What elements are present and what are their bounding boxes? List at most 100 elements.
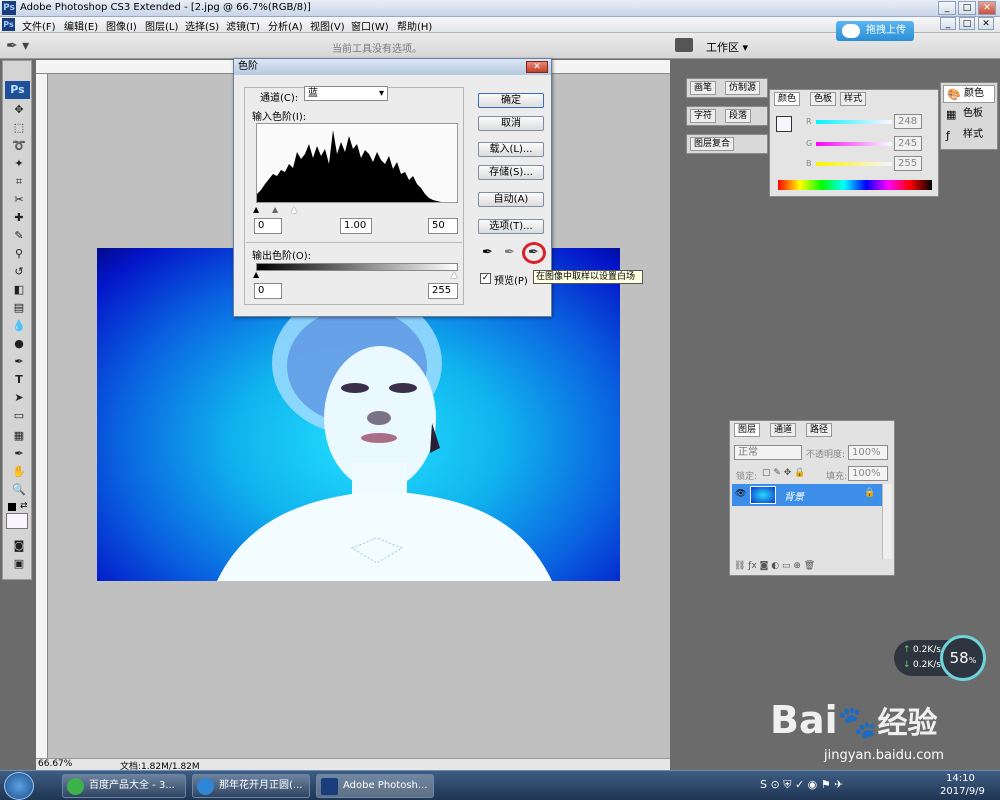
- b-slider[interactable]: [816, 162, 892, 166]
- maximize-button[interactable]: □: [958, 1, 976, 15]
- eyedropper-tool-icon[interactable]: ✒: [11, 447, 27, 460]
- layers-scrollbar[interactable]: [882, 484, 892, 559]
- eraser-tool-icon[interactable]: ◧: [11, 283, 27, 296]
- tab-channels[interactable]: 通道: [770, 423, 797, 437]
- memory-usage-gauge[interactable]: 58%: [940, 635, 986, 681]
- gradient-tool-icon[interactable]: ▤: [11, 301, 27, 314]
- tab-layer-comps[interactable]: 图层复合: [690, 137, 735, 151]
- notes-tool-icon[interactable]: ▦: [11, 429, 27, 442]
- upload-button[interactable]: 拖拽上传: [836, 21, 914, 41]
- tab-layers[interactable]: 图层: [734, 423, 761, 437]
- bridge-icon[interactable]: [675, 38, 693, 52]
- menu-analysis[interactable]: 分析(A): [268, 18, 303, 33]
- output-black-slider[interactable]: ▲: [253, 270, 259, 279]
- cancel-button[interactable]: 取消: [478, 116, 544, 131]
- layer-row-background[interactable]: 👁 背景 🔒: [732, 484, 882, 506]
- foreground-color-swatch[interactable]: [6, 513, 28, 529]
- white-eyedropper-icon[interactable]: ✒: [528, 245, 539, 260]
- app-menu-icon[interactable]: Ps: [2, 18, 15, 31]
- marquee-tool-icon[interactable]: ⬚: [11, 121, 27, 134]
- input-black-field[interactable]: 0: [254, 218, 282, 234]
- output-black-field[interactable]: 0: [254, 283, 282, 299]
- zoom-tool-icon[interactable]: 🔍: [11, 483, 27, 496]
- lock-icons[interactable]: ▢ ✎ ✥ 🔒: [762, 468, 805, 478]
- swatches-panel-button[interactable]: ▦ 色板: [943, 106, 995, 124]
- output-white-field[interactable]: 255: [428, 283, 458, 299]
- menu-view[interactable]: 视图(V): [310, 18, 345, 33]
- tab-color[interactable]: 颜色: [774, 92, 801, 106]
- menu-window[interactable]: 窗口(W): [351, 18, 389, 33]
- menu-select[interactable]: 选择(S): [185, 18, 219, 33]
- close-button[interactable]: ✕: [978, 1, 996, 15]
- healing-brush-tool-icon[interactable]: ✚: [11, 211, 27, 224]
- b-value[interactable]: 255: [894, 156, 922, 171]
- dialog-close-button[interactable]: ✕: [526, 61, 548, 73]
- black-eyedropper-icon[interactable]: ✒: [482, 245, 493, 260]
- doc-restore-button[interactable]: □: [959, 17, 975, 30]
- foreground-color-chip[interactable]: [776, 116, 792, 132]
- zoom-level[interactable]: 66.67%: [38, 759, 72, 769]
- visibility-eye-icon[interactable]: 👁: [735, 489, 746, 499]
- brush-tool-icon[interactable]: ✎: [11, 229, 27, 242]
- output-white-slider[interactable]: ▲: [451, 270, 457, 279]
- hand-tool-icon[interactable]: ✋: [11, 465, 27, 478]
- save-button[interactable]: 存储(S)...: [478, 165, 544, 180]
- system-tray-icons[interactable]: S ⊙ ⛨ ✓ ◉ ⚑ ✈: [760, 778, 843, 792]
- workspace-menu[interactable]: 工作区 ▾: [706, 39, 748, 55]
- menu-filter[interactable]: 滤镜(T): [226, 18, 260, 33]
- clock-date[interactable]: 2017/9/9: [940, 786, 985, 797]
- blur-tool-icon[interactable]: 💧: [11, 319, 27, 332]
- tab-brush[interactable]: 画笔: [690, 81, 717, 95]
- history-brush-tool-icon[interactable]: ↺: [11, 265, 27, 278]
- tab-swatches[interactable]: 色板: [810, 92, 837, 106]
- start-button[interactable]: [4, 772, 34, 800]
- minimize-button[interactable]: _: [938, 1, 956, 15]
- tab-character[interactable]: 字符: [690, 109, 717, 123]
- preview-checkbox[interactable]: ✓: [480, 273, 491, 284]
- screen-mode-icon[interactable]: ▣: [11, 557, 27, 570]
- task-video-player[interactable]: 那年花开月正圆(...: [192, 774, 310, 798]
- doc-minimize-button[interactable]: _: [940, 17, 956, 30]
- r-value[interactable]: 248: [894, 114, 922, 129]
- styles-panel-button[interactable]: ƒ 样式: [943, 127, 995, 145]
- tab-styles[interactable]: 样式: [840, 92, 867, 106]
- type-tool-icon[interactable]: T: [11, 373, 27, 386]
- clone-stamp-tool-icon[interactable]: ⚲: [11, 247, 27, 260]
- g-value[interactable]: 245: [894, 136, 922, 151]
- input-gamma-field[interactable]: 1.00: [340, 218, 372, 234]
- path-selection-tool-icon[interactable]: ➤: [11, 391, 27, 404]
- default-colors-icon[interactable]: [8, 503, 16, 511]
- pen-tool-icon[interactable]: ✒: [11, 355, 27, 368]
- quick-mask-icon[interactable]: ◙: [11, 539, 27, 552]
- menu-help[interactable]: 帮助(H): [397, 18, 432, 33]
- auto-button[interactable]: 自动(A): [478, 192, 544, 207]
- menu-layer[interactable]: 图层(L): [145, 18, 178, 33]
- tab-paragraph[interactable]: 段落: [725, 109, 752, 123]
- move-tool-icon[interactable]: ✥: [11, 103, 27, 116]
- ok-button[interactable]: 确定: [478, 93, 544, 108]
- tab-paths[interactable]: 路径: [806, 423, 833, 437]
- tab-clone-source[interactable]: 仿制源: [725, 81, 761, 95]
- slice-tool-icon[interactable]: ✂: [11, 193, 27, 206]
- g-slider[interactable]: [816, 142, 892, 146]
- eyedropper-tool-preset-icon[interactable]: ✒ ▾: [6, 38, 29, 54]
- opacity-field[interactable]: 100%: [848, 445, 888, 460]
- doc-close-button[interactable]: ✕: [978, 17, 994, 30]
- crop-tool-icon[interactable]: ⌗: [11, 175, 27, 189]
- options-button[interactable]: 选项(T)...: [478, 219, 544, 234]
- gray-eyedropper-icon[interactable]: ✒: [504, 245, 515, 260]
- white-point-slider[interactable]: ▲: [291, 205, 297, 214]
- menu-edit[interactable]: 编辑(E): [64, 18, 98, 33]
- swap-colors-icon[interactable]: ⇄: [20, 501, 28, 511]
- menu-file[interactable]: 文件(F): [22, 18, 56, 33]
- layers-bottom-toolbar[interactable]: ⛓ ƒx ◙ ◐ ▭ ⊕ 🗑: [734, 561, 815, 571]
- lasso-tool-icon[interactable]: ➰: [11, 139, 27, 152]
- fill-field[interactable]: 100%: [848, 466, 888, 481]
- r-slider[interactable]: [816, 120, 892, 124]
- shape-tool-icon[interactable]: ▭: [11, 409, 27, 422]
- color-panel-button[interactable]: 🎨 颜色: [943, 85, 995, 103]
- color-spectrum-bar[interactable]: [778, 180, 932, 190]
- black-point-slider[interactable]: ▲: [253, 205, 259, 214]
- task-baidu-products[interactable]: 百度产品大全 - 3...: [62, 774, 186, 798]
- gamma-slider[interactable]: ▲: [272, 205, 278, 214]
